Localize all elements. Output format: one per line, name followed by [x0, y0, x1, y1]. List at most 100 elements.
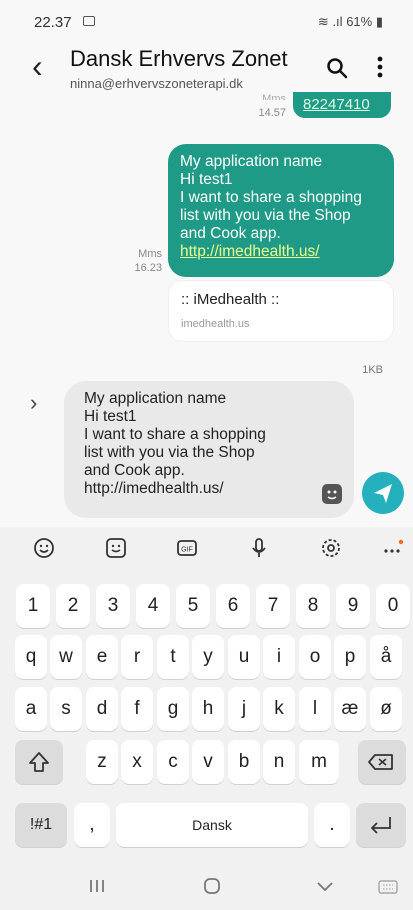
key-z[interactable]: z [86, 740, 118, 784]
key-9[interactable]: 9 [336, 584, 370, 628]
key-e[interactable]: e [86, 635, 118, 679]
key-6[interactable]: 6 [216, 584, 250, 628]
contact-name: Dansk Erhvervs Zonet [70, 46, 288, 71]
status-right: ≋ .ıl 61% ▮ [318, 14, 383, 30]
send-icon [374, 484, 392, 503]
settings-gear-icon[interactable] [320, 537, 342, 559]
more-tools-icon[interactable] [382, 537, 404, 559]
comma-key[interactable]: , [74, 803, 110, 847]
key-8[interactable]: 8 [296, 584, 330, 628]
key-o[interactable]: o [299, 635, 331, 679]
home-icon[interactable] [203, 877, 221, 895]
back-icon[interactable]: ‹ [32, 48, 43, 84]
key-0[interactable]: 0 [376, 584, 410, 628]
key-oe[interactable]: ø [370, 687, 402, 731]
status-time: 22.37 [34, 14, 72, 31]
contact-email: ninna@erhvervszoneterapi.dk [70, 76, 243, 91]
compose-line: http://imedhealth.us/ [84, 480, 224, 497]
system-nav-bar [0, 860, 413, 910]
wifi-icon: ≋ [317, 14, 329, 29]
more-options-icon[interactable] [372, 54, 388, 80]
prev-message-time: 14.57 [258, 107, 286, 119]
key-m[interactable]: m [299, 740, 339, 784]
message-line: list with you via the Shop [180, 207, 351, 224]
message-input[interactable]: My application name Hi test1 I want to s… [64, 381, 354, 518]
shift-icon [29, 752, 49, 772]
backspace-key[interactable] [358, 740, 406, 784]
sticker-icon[interactable] [322, 484, 342, 504]
microphone-icon[interactable] [248, 537, 270, 559]
emoji-icon[interactable] [33, 537, 55, 559]
message-type: Mms [138, 248, 162, 260]
compose-line: Hi test1 [84, 408, 137, 425]
svg-text:GIF: GIF [181, 547, 193, 554]
sticker-keyboard-icon[interactable] [105, 537, 127, 559]
key-4[interactable]: 4 [136, 584, 170, 628]
key-p[interactable]: p [334, 635, 366, 679]
key-ae[interactable]: æ [334, 687, 366, 731]
key-d[interactable]: d [86, 687, 118, 731]
battery-icon: ▮ [375, 14, 383, 29]
key-a[interactable]: a [15, 687, 47, 731]
key-5[interactable]: 5 [176, 584, 210, 628]
key-l[interactable]: l [299, 687, 331, 731]
key-3[interactable]: 3 [96, 584, 130, 628]
keyboard: GIF 1 2 3 4 5 6 7 8 9 0 q w e r t y u i … [0, 527, 413, 910]
message-bubble[interactable]: My application name Hi test1 I want to s… [168, 144, 394, 277]
key-2[interactable]: 2 [56, 584, 90, 628]
key-x[interactable]: x [121, 740, 153, 784]
recent-apps-icon[interactable] [88, 878, 106, 894]
backspace-icon [368, 754, 393, 770]
expand-chevron-icon[interactable]: › [30, 390, 37, 416]
key-r[interactable]: r [121, 635, 153, 679]
message-size: 1KB [362, 364, 383, 376]
compose-line: list with you via the Shop [84, 444, 255, 461]
key-b[interactable]: b [228, 740, 260, 784]
message-meta: Mms 16.23 [120, 247, 162, 275]
enter-key[interactable] [356, 803, 406, 847]
shift-key[interactable] [15, 740, 63, 784]
message-line: I want to share a shopping [180, 189, 362, 206]
key-k[interactable]: k [263, 687, 295, 731]
space-key[interactable]: Dansk [116, 803, 308, 847]
key-v[interactable]: v [192, 740, 224, 784]
message-line: and Cook app. [180, 225, 281, 242]
prev-message-type: Mms [262, 93, 286, 100]
key-7[interactable]: 7 [256, 584, 290, 628]
message-line: Hi test1 [180, 171, 233, 188]
battery-percent: 61% [346, 14, 373, 29]
prev-message-link[interactable]: 82247410 [303, 96, 370, 113]
key-t[interactable]: t [157, 635, 189, 679]
key-s[interactable]: s [50, 687, 82, 731]
keyboard-switch-icon[interactable] [378, 880, 398, 894]
key-y[interactable]: y [192, 635, 224, 679]
key-f[interactable]: f [121, 687, 153, 731]
key-j[interactable]: j [228, 687, 260, 731]
key-aa[interactable]: å [370, 635, 402, 679]
key-c[interactable]: c [157, 740, 189, 784]
compose-line: I want to share a shopping [84, 426, 266, 443]
key-u[interactable]: u [228, 635, 260, 679]
key-q[interactable]: q [15, 635, 47, 679]
key-g[interactable]: g [157, 687, 189, 731]
link-preview-title: :: iMedhealth :: [181, 291, 280, 308]
send-button[interactable] [362, 472, 404, 514]
compose-line: My application name [84, 390, 227, 407]
key-h[interactable]: h [192, 687, 224, 731]
link-preview-card[interactable]: :: iMedhealth :: imedhealth.us [168, 280, 394, 342]
key-w[interactable]: w [50, 635, 82, 679]
message-line: My application name [180, 153, 323, 170]
message-link[interactable]: http://imedhealth.us/ [180, 243, 382, 261]
status-bar: 22.37 ≋ .ıl 61% ▮ [0, 0, 413, 36]
chevron-down-icon[interactable] [316, 880, 334, 892]
period-key[interactable]: . [314, 803, 350, 847]
key-i[interactable]: i [263, 635, 295, 679]
link-preview-domain: imedhealth.us [181, 318, 250, 330]
key-n[interactable]: n [263, 740, 295, 784]
symbols-key[interactable]: !#1 [15, 803, 67, 847]
key-1[interactable]: 1 [16, 584, 50, 628]
prev-message-meta: Mms 14.57 [246, 92, 286, 120]
search-icon[interactable] [326, 57, 348, 79]
gallery-icon [83, 16, 95, 26]
gif-icon[interactable]: GIF [176, 537, 198, 559]
